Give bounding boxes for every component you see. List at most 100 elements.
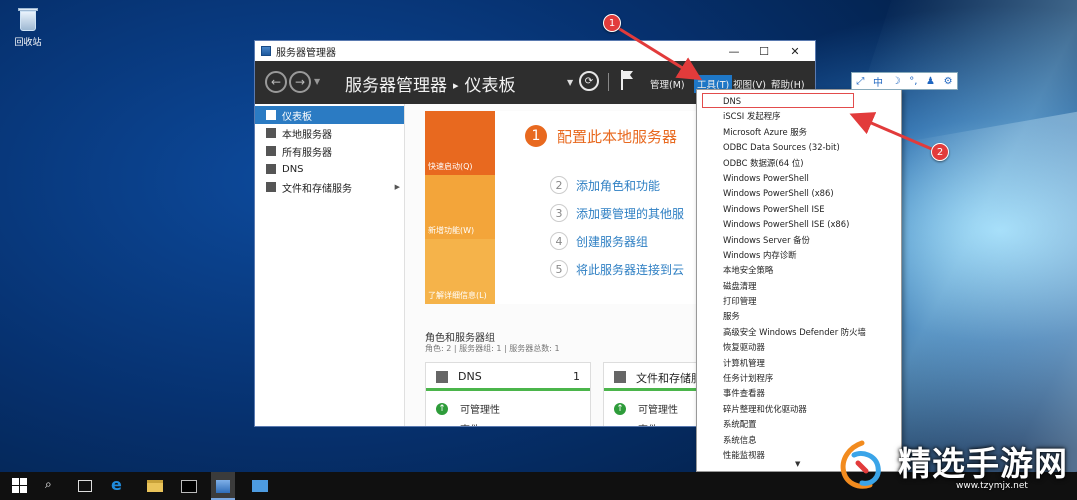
menu-item-local-security-policy[interactable]: 本地安全策略 xyxy=(697,263,901,278)
menu-item-disk-cleanup[interactable]: 磁盘清理 xyxy=(697,279,901,294)
events-row[interactable]: 事件 xyxy=(638,421,658,426)
command-prompt-icon[interactable] xyxy=(181,480,197,493)
sidebar-item-dashboard[interactable]: 仪表板 xyxy=(255,106,404,124)
sidebar-item-label: DNS xyxy=(282,163,304,175)
configure-local-server-link[interactable]: 配置此本地服务器 xyxy=(557,126,677,147)
tile-whats-new[interactable]: 新增功能(W) xyxy=(425,175,495,239)
step-number: 3 xyxy=(550,204,568,222)
menu-item-recovery-drive[interactable]: 恢复驱动器 xyxy=(697,340,901,355)
roles-section-title: 角色和服务器组 xyxy=(425,333,495,344)
menu-item-iscsi-initiator[interactable]: iSCSI 发起程序 xyxy=(697,109,901,124)
recycle-bin-icon xyxy=(16,6,40,32)
add-roles-link[interactable]: 添加角色和功能 xyxy=(576,177,660,194)
breadcrumb: 服务器管理器 ▸ 仪表板 xyxy=(345,71,516,96)
recycle-bin-shortcut[interactable]: 回收站 xyxy=(8,6,48,48)
servers-icon xyxy=(266,146,276,156)
chinese-mode-icon[interactable]: 中 xyxy=(873,74,883,89)
sidebar-item-file-storage[interactable]: 文件和存储服务 ▶ xyxy=(255,178,404,196)
watermark-logo-icon xyxy=(840,440,881,489)
punctuation-icon[interactable]: °, xyxy=(909,76,917,87)
forward-arrow-icon[interactable]: → xyxy=(289,71,311,93)
server-manager-icon xyxy=(261,46,271,56)
storage-icon xyxy=(614,371,626,383)
sidebar-item-all-servers[interactable]: 所有服务器 xyxy=(255,142,404,160)
expand-icon[interactable]: ⤢ xyxy=(856,76,864,87)
tile-quick-start[interactable]: 快速启动(Q) xyxy=(425,111,495,175)
wallpaper-light-panel xyxy=(900,97,1077,472)
add-servers-link[interactable]: 添加要管理的其他服 xyxy=(576,205,684,222)
windows-start-icon[interactable] xyxy=(12,478,28,494)
menu-item-print-management[interactable]: 打印管理 xyxy=(697,294,901,309)
internet-explorer-icon[interactable]: e xyxy=(111,475,127,494)
server-manager-taskbar-icon[interactable] xyxy=(211,472,235,500)
sidebar-item-label: 所有服务器 xyxy=(282,147,332,159)
menu-item-azure-services[interactable]: Microsoft Azure 服务 xyxy=(697,125,901,140)
menu-item-powershell-ise-x86[interactable]: Windows PowerShell ISE (x86) xyxy=(697,217,901,232)
sidebar-item-label: 本地服务器 xyxy=(282,129,332,141)
card-title: DNS xyxy=(458,370,482,383)
notifications-flag-icon[interactable] xyxy=(619,70,633,90)
breadcrumb-dropdown-icon[interactable]: ▼ xyxy=(567,78,573,87)
dashboard-icon xyxy=(266,110,276,120)
step-number: 2 xyxy=(550,176,568,194)
close-button[interactable]: ✕ xyxy=(779,41,811,61)
scroll-down-icon[interactable]: ▼ xyxy=(795,460,800,468)
manageability-row[interactable]: ↑ 可管理性 xyxy=(614,401,678,416)
events-row[interactable]: 事件 xyxy=(460,421,480,426)
server-icon xyxy=(266,128,276,138)
quick-start-tiles: 快速启动(Q) 新增功能(W) 了解详细信息(L) xyxy=(425,111,495,304)
search-icon[interactable]: ⌕ xyxy=(45,477,61,493)
refresh-icon[interactable]: ⟳ xyxy=(579,71,599,91)
recycle-bin-label: 回收站 xyxy=(14,38,42,48)
menu-item-system-configuration[interactable]: 系统配置 xyxy=(697,417,901,432)
create-server-group-link[interactable]: 创建服务器组 xyxy=(576,233,648,250)
expand-arrow-icon[interactable]: ▶ xyxy=(395,183,400,191)
tile-learn-more[interactable]: 了解详细信息(L) xyxy=(425,239,495,304)
moon-icon[interactable]: ☽ xyxy=(892,76,901,87)
header-divider xyxy=(608,73,609,91)
sidebar-item-dns[interactable]: DNS xyxy=(255,160,404,178)
card-title: 文件和存储服 xyxy=(636,372,702,385)
sidebar-item-label: 文件和存储服务 xyxy=(282,183,352,195)
menu-item-firewall[interactable]: 高级安全 Windows Defender 防火墙 xyxy=(697,325,901,340)
menu-item-services[interactable]: 服务 xyxy=(697,309,901,324)
watermark-url: www.tzymjx.net xyxy=(956,481,1028,491)
menu-item-odbc-64[interactable]: ODBC 数据源(64 位) xyxy=(697,156,901,171)
manageability-row[interactable]: ↑ 可管理性 xyxy=(436,401,500,416)
history-dropdown-icon[interactable]: ▼ xyxy=(314,77,320,86)
step-number: 4 xyxy=(550,232,568,250)
menu-manage[interactable]: 管理(M) xyxy=(650,77,685,91)
menu-item-odbc-32[interactable]: ODBC Data Sources (32-bit) xyxy=(697,140,901,155)
menu-item-powershell-ise[interactable]: Windows PowerShell ISE xyxy=(697,202,901,217)
up-arrow-status-icon: ↑ xyxy=(436,402,448,415)
window-title: 服务器管理器 xyxy=(276,47,336,59)
manageability-label: 可管理性 xyxy=(460,405,500,416)
up-arrow-status-icon: ↑ xyxy=(614,402,626,415)
title-bar[interactable]: 服务器管理器 — ☐ ✕ xyxy=(255,41,815,61)
menu-item-event-viewer[interactable]: 事件查看器 xyxy=(697,386,901,401)
menu-item-computer-management[interactable]: 计算机管理 xyxy=(697,356,901,371)
minimize-button[interactable]: — xyxy=(718,41,750,61)
connect-cloud-link[interactable]: 将此服务器连接到云 xyxy=(576,261,684,278)
menu-item-powershell-x86[interactable]: Windows PowerShell (x86) xyxy=(697,186,901,201)
user-icon[interactable]: ♟ xyxy=(926,76,935,87)
sidebar-item-local-server[interactable]: 本地服务器 xyxy=(255,124,404,142)
card-count: 1 xyxy=(573,370,580,383)
roles-summary: 角色: 2 | 服务器组: 1 | 服务器总数: 1 xyxy=(425,344,560,353)
manageability-label: 可管理性 xyxy=(638,405,678,416)
settings-gear-icon[interactable]: ⚙ xyxy=(944,76,953,87)
file-explorer-icon[interactable] xyxy=(147,480,163,492)
back-arrow-icon[interactable]: ← xyxy=(265,71,287,93)
dns-icon xyxy=(266,164,276,174)
task-view-icon[interactable] xyxy=(78,480,92,492)
remote-desktop-icon[interactable] xyxy=(252,480,268,492)
maximize-button[interactable]: ☐ xyxy=(748,41,780,61)
dns-icon xyxy=(436,371,448,383)
menu-item-defragment[interactable]: 碎片整理和优化驱动器 xyxy=(697,402,901,417)
step-number: 5 xyxy=(550,260,568,278)
role-card-dns[interactable]: DNS 1 ↑ 可管理性 事件 xyxy=(425,362,591,426)
menu-item-server-backup[interactable]: Windows Server 备份 xyxy=(697,233,901,248)
menu-item-task-scheduler[interactable]: 任务计划程序 xyxy=(697,371,901,386)
menu-item-memory-diagnostic[interactable]: Windows 内存诊断 xyxy=(697,248,901,263)
menu-item-powershell[interactable]: Windows PowerShell xyxy=(697,171,901,186)
